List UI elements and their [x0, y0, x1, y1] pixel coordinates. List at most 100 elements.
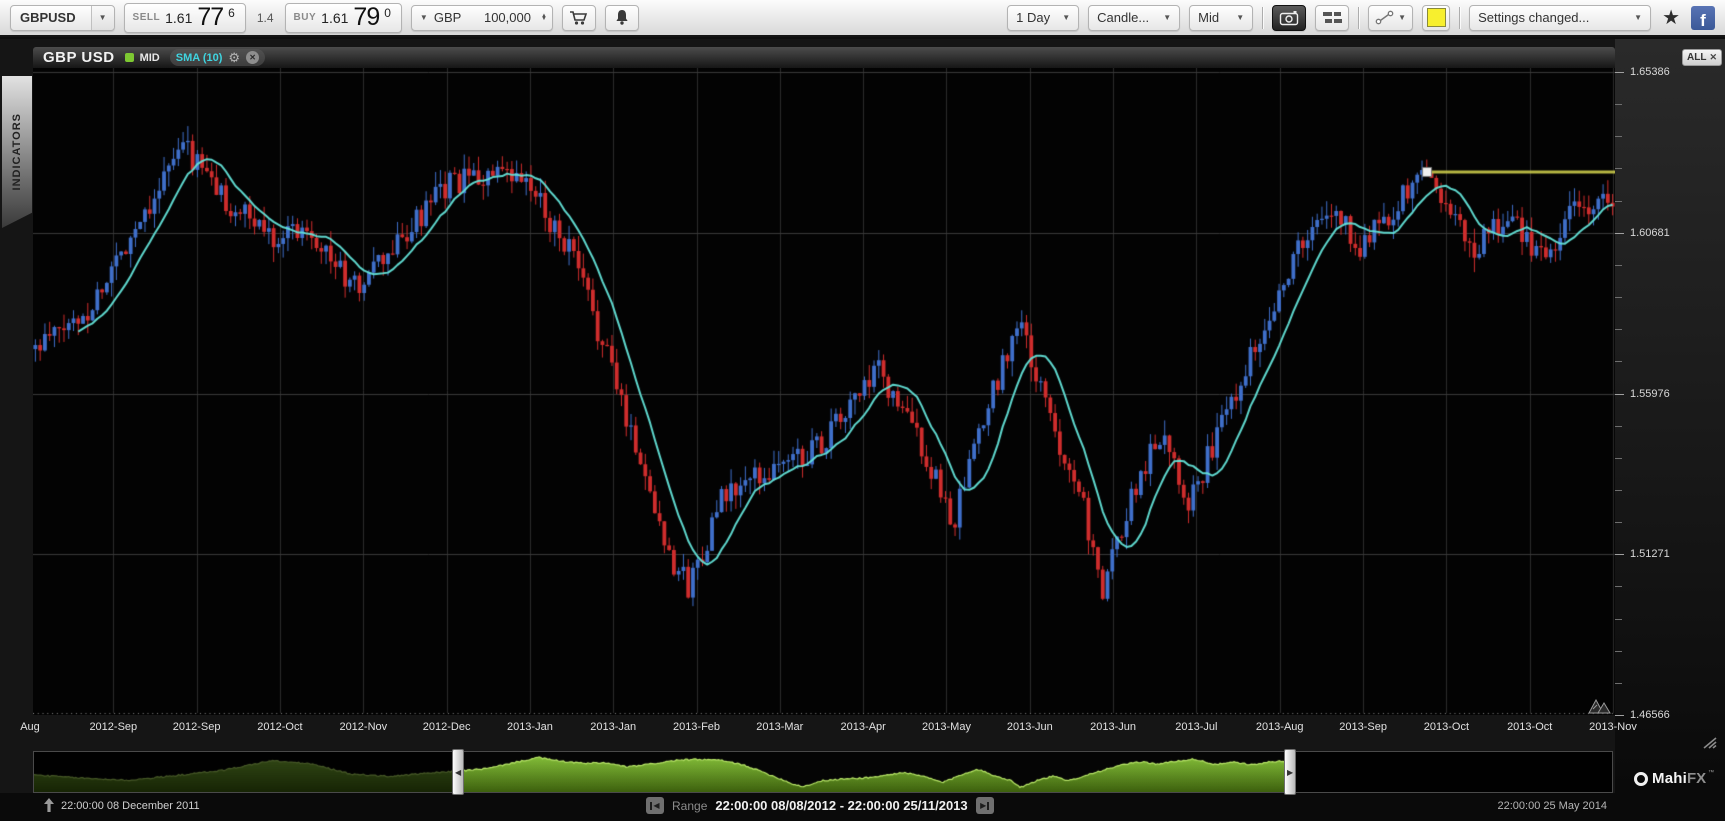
time-axis-label: 2013-Feb	[672, 721, 721, 733]
time-axis-label: 2013-Oct	[1507, 721, 1553, 733]
all-label: ALL	[1687, 52, 1707, 63]
brand-trademark: ™	[1708, 770, 1715, 776]
color-picker-button[interactable]	[1422, 4, 1451, 31]
price-axis-tick	[1615, 393, 1624, 395]
price-axis-tick	[1615, 682, 1622, 684]
buy-label: BUY	[293, 12, 317, 23]
price-type-select[interactable]: Mid ▼	[1189, 4, 1254, 31]
close-icon: ✕	[1709, 52, 1717, 62]
time-axis-label: 2012-Sep	[172, 721, 221, 733]
sell-price-pip: 6	[228, 5, 235, 20]
time-axis-label: 2013-Aug	[1255, 721, 1304, 733]
price-axis-tick	[1615, 522, 1622, 524]
snapshot-button[interactable]	[1272, 4, 1307, 31]
period-value: 1 Day	[1016, 10, 1051, 25]
close-icon[interactable]: ✕	[246, 51, 260, 64]
price-axis-tick	[1615, 232, 1624, 234]
buy-price-pip: 0	[384, 5, 391, 20]
layout-button[interactable]	[1315, 4, 1350, 31]
toolbar-separator	[1358, 6, 1360, 29]
chevron-down-icon: ▼	[1634, 12, 1643, 22]
range-value: 22:00:00 08/08/2012 - 22:00:00 25/11/201…	[715, 798, 968, 813]
jump-end-button[interactable]: ▶	[975, 797, 994, 814]
toolbar-separator	[1459, 6, 1461, 29]
brand-main: Mahi	[1652, 770, 1687, 787]
left-arrow-icon: ◀	[455, 767, 462, 777]
settings-select[interactable]: Settings changed... ▼	[1469, 4, 1652, 31]
chevron-down-icon: ▼	[1236, 12, 1245, 22]
time-axis-label: 2013-Apr	[840, 721, 886, 733]
resize-grip-icon[interactable]	[1700, 735, 1717, 749]
price-axis-tick	[1615, 618, 1622, 620]
favorite-star-icon[interactable]: ★	[1660, 5, 1682, 30]
sma-indicator-pill[interactable]: SMA (10) ⚙ ✕	[169, 49, 266, 66]
price-axis-label: 1.46566	[1630, 709, 1670, 721]
time-axis-label: 2013-Jan	[506, 721, 553, 733]
facebook-icon[interactable]: f	[1691, 5, 1715, 30]
layout-tiles-icon	[1323, 11, 1343, 23]
camera-icon	[1279, 10, 1299, 25]
time-axis-label: 2013-Oct	[1423, 721, 1470, 733]
jump-start-button[interactable]: ◀	[646, 797, 664, 814]
navigator-left-handle[interactable]: ◀	[452, 749, 465, 795]
price-axis-tick	[1615, 329, 1622, 331]
chevron-down-icon: ▼	[1398, 12, 1407, 22]
candlestick-chart[interactable]	[33, 68, 1615, 715]
bar-glyph	[650, 801, 653, 810]
sell-button[interactable]: SELL 1.61 77 6	[123, 2, 246, 33]
symbol-select[interactable]: GBPUSD ▼	[10, 4, 115, 31]
settings-value: Settings changed...	[1478, 10, 1590, 25]
chart-title: GBP USD	[43, 49, 115, 66]
mid-series-swatch-icon	[124, 53, 134, 62]
range-label: Range	[672, 798, 708, 813]
warning-triangles-icon	[1588, 699, 1611, 714]
navigator-right-handle[interactable]: ▶	[1284, 749, 1297, 795]
price-axis-gutter	[1615, 39, 1725, 793]
time-axis-label: 2012-Sep	[89, 721, 138, 733]
amount-value: 100,000	[483, 10, 531, 25]
trendline-tool-icon	[1375, 10, 1394, 25]
chevron-down-icon: ▼	[98, 12, 107, 22]
chart-type-select[interactable]: Candle... ▼	[1088, 4, 1181, 31]
price-type-value: Mid	[1198, 10, 1220, 25]
chart-type-value: Candle...	[1097, 10, 1150, 25]
range-start-marker-icon	[44, 798, 54, 812]
spread-value: 1.4	[256, 10, 274, 25]
amount-control[interactable]: ▼ GBP 100,000 ▲ ▼	[410, 4, 553, 31]
symbol-label: GBPUSD	[20, 10, 76, 25]
bottom-bar: 22:00:00 08 December 2011 ◀ Range 22:00:…	[0, 793, 1725, 821]
gear-icon[interactable]: ⚙	[228, 51, 240, 64]
amount-stepper[interactable]: ▲ ▼	[541, 13, 547, 22]
range-navigator[interactable]	[33, 751, 1613, 793]
top-toolbar: GBPUSD ▼ SELL 1.61 77 6 1.4 BUY 1.61 79 …	[0, 0, 1725, 37]
price-axis-tick	[1615, 554, 1624, 556]
close-all-button[interactable]: ALL ✕	[1682, 49, 1722, 66]
price-axis-tick	[1615, 200, 1622, 202]
range-start-time: 22:00:00 08 December 2011	[61, 799, 200, 812]
bar-glyph	[987, 801, 990, 810]
time-axis-label: 2013-Jun	[1006, 721, 1053, 733]
price-axis-tick	[1615, 650, 1622, 652]
price-axis-tick	[1615, 361, 1622, 363]
indicators-tab-label: INDICATORS	[11, 113, 23, 191]
drawing-tool-button[interactable]: ▼	[1368, 4, 1414, 31]
brand-sub: FX	[1686, 770, 1707, 787]
alerts-button[interactable]	[604, 4, 639, 31]
brand-logo: Mahi FX ™	[1634, 770, 1714, 787]
order-basket-button[interactable]	[561, 4, 596, 31]
sell-label: SELL	[132, 12, 161, 23]
navigator-area-chart[interactable]	[34, 752, 1612, 792]
time-axis-label: 2013-Sep	[1339, 721, 1387, 733]
time-axis-label: 2013-Jul	[1175, 721, 1218, 733]
range-end-time: 22:00:00 25 May 2014	[1497, 800, 1607, 812]
range-start-group: 22:00:00 08 December 2011	[44, 798, 200, 813]
price-axis-tick	[1615, 104, 1622, 106]
price-axis-label: 1.65386	[1630, 66, 1670, 78]
indicators-tab[interactable]: INDICATORS	[2, 76, 32, 228]
period-select[interactable]: 1 Day ▼	[1007, 4, 1080, 31]
buy-button[interactable]: BUY 1.61 79 0	[284, 2, 402, 33]
bell-icon	[616, 10, 628, 25]
chevron-down-icon: ▼	[419, 12, 428, 22]
symbol-dropdown-button[interactable]: ▼	[90, 5, 114, 30]
time-axis-label: 2013-Mar	[756, 721, 804, 733]
